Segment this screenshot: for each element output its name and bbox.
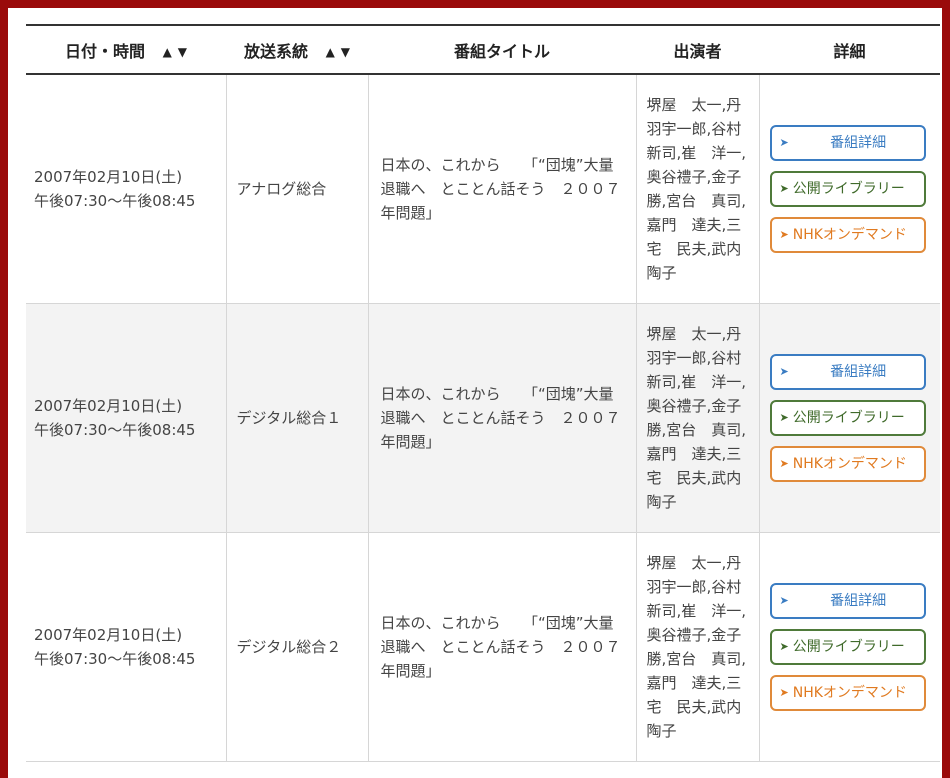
header-datetime: 日付・時間 ▲ ▼ — [26, 24, 226, 75]
channel-cell: アナログ総合 — [225, 74, 368, 304]
broadcast-date: 2007年02月10日(土) — [34, 167, 183, 186]
table-row: 2007年02月10日(土) 午後07:30～午後08:45 デジタル総合１ 日… — [26, 303, 940, 533]
sort-desc-icon[interactable]: ▼ — [178, 45, 187, 59]
header-title: 番組タイトル — [368, 24, 636, 75]
arrow-right-icon: ➤ — [779, 227, 789, 241]
program-table: 日付・時間 ▲ ▼ 放送系統 ▲ ▼ 番組タイトル 出演者 詳細 2007年02… — [26, 24, 940, 762]
program-title: 日本の、これから 「“団塊”大量退職へ とことん話そう ２００７年問題」 — [367, 532, 636, 762]
program-detail-button[interactable]: ➤ 番組詳細 — [769, 582, 926, 619]
arrow-right-icon: ➤ — [779, 410, 789, 424]
broadcast-date: 2007年02月10日(土) — [34, 625, 183, 644]
nhk-ondemand-button-label: NHKオンデマンド — [792, 455, 907, 472]
detail-cell: ➤ 番組詳細 ➤ 公開ライブラリー ➤ NHKオンデマンド — [758, 303, 940, 533]
table-header-row: 日付・時間 ▲ ▼ 放送系統 ▲ ▼ 番組タイトル 出演者 詳細 — [26, 24, 940, 75]
page-frame: 日付・時間 ▲ ▼ 放送系統 ▲ ▼ 番組タイトル 出演者 詳細 2007年02… — [8, 8, 942, 778]
sort-controls-channel: ▲ ▼ — [326, 45, 350, 59]
broadcast-time: 午後07:30～午後08:45 — [34, 191, 196, 210]
public-library-button-label: 公開ライブラリー — [792, 180, 905, 197]
public-library-button[interactable]: ➤ 公開ライブラリー — [769, 399, 926, 436]
nhk-ondemand-button[interactable]: ➤ NHKオンデマンド — [769, 674, 926, 711]
arrow-right-icon: ➤ — [779, 135, 789, 149]
table-row: 2007年02月10日(土) 午後07:30～午後08:45 デジタル総合２ 日… — [26, 532, 940, 762]
program-detail-button-label: 番組詳細 — [830, 134, 887, 151]
broadcast-date: 2007年02月10日(土) — [34, 396, 183, 415]
nhk-ondemand-button[interactable]: ➤ NHKオンデマンド — [769, 216, 926, 253]
sort-asc-icon[interactable]: ▲ — [326, 45, 335, 59]
broadcast-time: 午後07:30～午後08:45 — [34, 420, 196, 439]
arrow-right-icon: ➤ — [779, 181, 789, 195]
detail-cell: ➤ 番組詳細 ➤ 公開ライブラリー ➤ NHKオンデマンド — [758, 74, 940, 304]
header-channel-label: 放送系統 — [243, 41, 308, 61]
sort-desc-icon[interactable]: ▼ — [341, 45, 350, 59]
public-library-button-label: 公開ライブラリー — [792, 409, 905, 426]
public-library-button[interactable]: ➤ 公開ライブラリー — [769, 170, 926, 207]
program-detail-button-label: 番組詳細 — [830, 592, 887, 609]
cast-list: 堺屋 太一,丹羽宇一郎,谷村 新司,崔 洋一,奥谷禮子,金子勝,宮台 真司,嘉門… — [635, 532, 759, 762]
cast-list: 堺屋 太一,丹羽宇一郎,谷村 新司,崔 洋一,奥谷禮子,金子勝,宮台 真司,嘉門… — [635, 303, 759, 533]
program-title: 日本の、これから 「“団塊”大量退職へ とことん話そう ２００７年問題」 — [367, 303, 636, 533]
datetime-cell: 2007年02月10日(土) 午後07:30～午後08:45 — [26, 532, 226, 762]
arrow-right-icon: ➤ — [779, 364, 789, 378]
header-cast: 出演者 — [636, 24, 759, 75]
header-detail: 詳細 — [759, 24, 940, 75]
sort-asc-icon[interactable]: ▲ — [163, 45, 172, 59]
program-detail-button-label: 番組詳細 — [830, 363, 887, 380]
channel-cell: デジタル総合２ — [225, 532, 368, 762]
arrow-right-icon: ➤ — [779, 685, 789, 699]
nhk-ondemand-button-label: NHKオンデマンド — [792, 684, 907, 701]
public-library-button[interactable]: ➤ 公開ライブラリー — [769, 628, 926, 665]
header-datetime-label: 日付・時間 — [64, 41, 145, 61]
header-channel: 放送系統 ▲ ▼ — [226, 24, 368, 75]
program-detail-button[interactable]: ➤ 番組詳細 — [769, 353, 926, 390]
detail-cell: ➤ 番組詳細 ➤ 公開ライブラリー ➤ NHKオンデマンド — [758, 532, 940, 762]
nhk-ondemand-button-label: NHKオンデマンド — [792, 226, 907, 243]
broadcast-time: 午後07:30～午後08:45 — [34, 649, 196, 668]
sort-controls-datetime: ▲ ▼ — [163, 45, 187, 59]
program-detail-button[interactable]: ➤ 番組詳細 — [769, 124, 926, 161]
datetime-cell: 2007年02月10日(土) 午後07:30～午後08:45 — [26, 303, 226, 533]
table-row: 2007年02月10日(土) 午後07:30～午後08:45 アナログ総合 日本… — [26, 74, 940, 304]
datetime-cell: 2007年02月10日(土) 午後07:30～午後08:45 — [26, 74, 226, 304]
public-library-button-label: 公開ライブラリー — [792, 638, 905, 655]
arrow-right-icon: ➤ — [779, 593, 789, 607]
arrow-right-icon: ➤ — [779, 639, 789, 653]
program-title: 日本の、これから 「“団塊”大量退職へ とことん話そう ２００７年問題」 — [367, 74, 636, 304]
cast-list: 堺屋 太一,丹羽宇一郎,谷村 新司,崔 洋一,奥谷禮子,金子勝,宮台 真司,嘉門… — [635, 74, 759, 304]
nhk-ondemand-button[interactable]: ➤ NHKオンデマンド — [769, 445, 926, 482]
channel-cell: デジタル総合１ — [225, 303, 368, 533]
arrow-right-icon: ➤ — [779, 456, 789, 470]
